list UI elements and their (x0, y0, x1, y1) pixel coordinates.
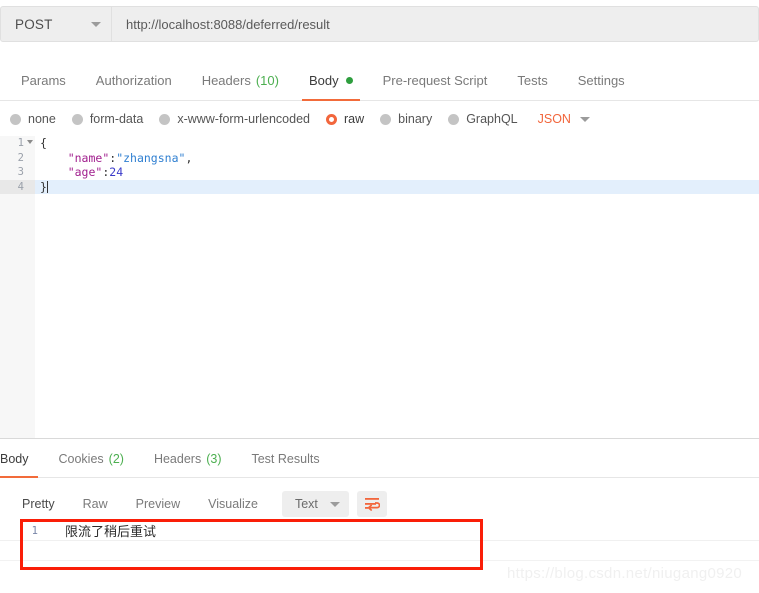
tab-pre-request-script[interactable]: Pre-request Script (368, 60, 503, 101)
radio-none[interactable]: none (10, 112, 56, 126)
response-content-type-select[interactable]: Text (281, 491, 349, 517)
radio-graphql-label: GraphQL (466, 112, 518, 126)
editor-line-number: 4 (0, 179, 35, 194)
fold-arrow-icon[interactable] (27, 140, 33, 144)
response-body-viewer[interactable]: 1 限流了稍后重试 (0, 521, 759, 593)
radio-raw-icon (326, 113, 337, 125)
editor-line-number: 2 (17, 151, 24, 164)
response-tab-test-results[interactable]: Test Results (236, 440, 334, 478)
response-line-number: 1 (31, 524, 38, 537)
editor-line-number-value: 1 (17, 137, 24, 149)
tab-tests-label: Tests (517, 72, 548, 88)
tab-tests[interactable]: Tests (502, 60, 562, 101)
response-tab-body-label: Body (0, 451, 29, 466)
response-content-type-label: Text (294, 497, 318, 511)
radio-raw-label: raw (344, 112, 365, 126)
format-tab-preview[interactable]: Preview (122, 490, 194, 518)
tab-params-label: Params (21, 72, 66, 88)
tab-authorization[interactable]: Authorization (81, 60, 187, 101)
url-input[interactable]: http://localhost:8088/deferred/result (112, 6, 759, 42)
editor-line: 1 { (0, 136, 759, 151)
editor-line: 2 "name":"zhangsna", (0, 151, 759, 166)
tab-body[interactable]: Body (294, 60, 368, 101)
http-method-select[interactable]: POST (0, 6, 112, 42)
format-tab-visualize-label: Visualize (208, 497, 258, 511)
response-tab-headers[interactable]: Headers (3) (139, 440, 237, 478)
editor-token-key-name: "name" (67, 150, 110, 165)
response-tab-test-results-label: Test Results (251, 451, 320, 466)
response-tab-cookies[interactable]: Cookies (2) (44, 440, 139, 478)
wrap-lines-icon (364, 498, 380, 511)
format-tab-visualize[interactable]: Visualize (194, 490, 272, 518)
chevron-down-icon (91, 21, 101, 27)
radio-binary-label: binary (398, 112, 433, 126)
tab-authorization-label: Authorization (95, 72, 172, 88)
text-cursor (46, 180, 48, 193)
chevron-down-icon (329, 501, 340, 507)
editor-token-key-age: "age" (67, 165, 103, 180)
body-format-select[interactable]: JSON (538, 112, 590, 126)
format-tab-pretty[interactable]: Pretty (8, 490, 69, 518)
radio-x-www-form-urlencoded-icon (159, 113, 171, 125)
editor-token-comma: , (185, 150, 193, 165)
tab-settings[interactable]: Settings (563, 60, 640, 101)
tab-settings-label: Settings (577, 72, 625, 88)
tab-body-label: Body (308, 72, 339, 88)
url-value: http://localhost:8088/deferred/result (126, 16, 330, 32)
radio-form-data-icon (71, 113, 83, 125)
body-format-label: JSON (537, 112, 571, 126)
editor-token-brace-open: { (40, 136, 47, 151)
response-body-line: 1 限流了稍后重试 (0, 521, 759, 541)
format-tab-raw[interactable]: Raw (69, 490, 122, 518)
editor-token-value-age: 24 (109, 165, 124, 180)
tab-headers-label: Headers (201, 72, 251, 88)
tab-headers-count: (10) (255, 72, 279, 88)
response-line-text: 限流了稍后重试 (65, 524, 157, 539)
watermark-url: https://blog.csdn.net/niugang0920 (507, 565, 743, 582)
request-url-bar: POST http://localhost:8088/deferred/resu… (0, 6, 759, 42)
editor-line-active: 4 } (0, 179, 759, 194)
radio-x-www-form-urlencoded-label: x-www-form-urlencoded (177, 112, 310, 126)
response-tab-body[interactable]: Body (0, 440, 44, 478)
response-tab-headers-label: Headers (153, 451, 202, 466)
tab-params[interactable]: Params (6, 60, 81, 101)
http-method-label: POST (15, 16, 53, 32)
request-body-editor[interactable]: 1 { 2 "name":"zhangsna", 3 "age":24 4 } (0, 136, 759, 439)
tab-pre-request-script-label: Pre-request Script (382, 72, 488, 88)
editor-line-number: 1 (0, 136, 35, 151)
wrap-lines-button[interactable] (356, 491, 387, 517)
response-format-toolbar: Pretty Raw Preview Visualize Text (0, 487, 759, 521)
response-body-line-blank (0, 541, 759, 561)
chevron-down-icon (579, 116, 590, 122)
format-tab-preview-label: Preview (135, 497, 181, 511)
tab-headers[interactable]: Headers (10) (187, 60, 294, 101)
radio-none-label: none (28, 112, 56, 126)
radio-binary-icon (380, 113, 392, 125)
radio-graphql-icon (448, 113, 460, 125)
editor-token-brace-close: } (40, 179, 47, 194)
radio-binary[interactable]: binary (380, 112, 432, 126)
radio-graphql[interactable]: GraphQL (448, 112, 518, 126)
format-tab-pretty-label: Pretty (22, 497, 55, 511)
editor-line-number: 3 (17, 166, 24, 178)
body-type-radio-group: none form-data x-www-form-urlencoded raw… (0, 104, 759, 134)
radio-form-data[interactable]: form-data (71, 112, 144, 126)
postman-window: POST http://localhost:8088/deferred/resu… (0, 0, 759, 593)
editor-token-value-name: "zhangsna" (116, 150, 186, 165)
response-tab-cookies-label: Cookies (58, 451, 104, 466)
request-tab-bar: Params Authorization Headers (10) Body P… (0, 60, 759, 101)
radio-form-data-label: form-data (89, 112, 144, 126)
format-tab-raw-label: Raw (82, 497, 108, 511)
radio-none-icon (10, 113, 21, 125)
editor-line: 3 "age":24 (0, 165, 759, 180)
body-modified-dot-icon (345, 76, 353, 84)
response-tab-headers-count: (3) (206, 451, 222, 466)
response-tab-bar: Body Cookies (2) Headers (3) Test Result… (0, 440, 759, 478)
response-tab-cookies-count: (2) (108, 451, 124, 466)
radio-x-www-form-urlencoded[interactable]: x-www-form-urlencoded (159, 112, 310, 126)
radio-raw[interactable]: raw (326, 112, 364, 126)
